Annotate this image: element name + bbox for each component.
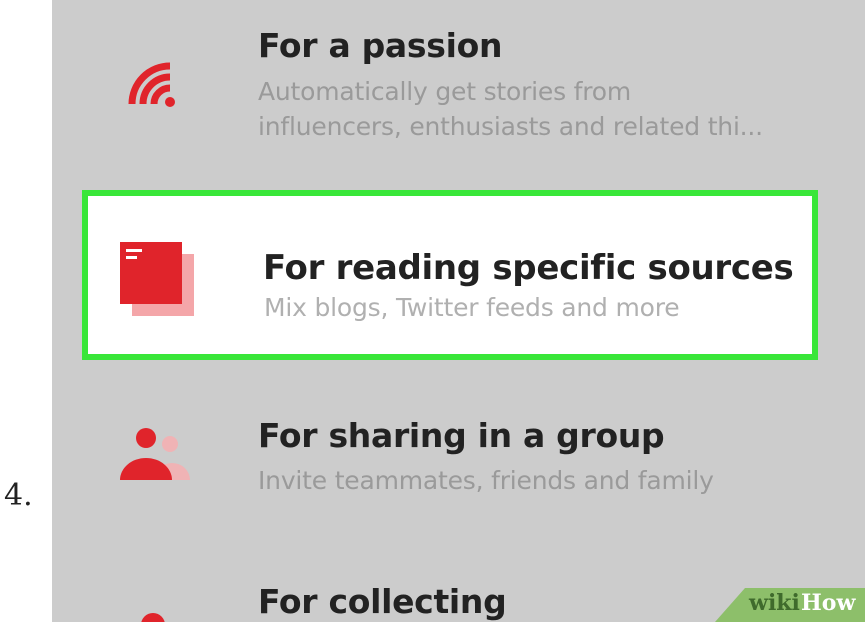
watermark-how: How (801, 590, 856, 616)
option-passion[interactable]: For a passion Automatically get stories … (52, 0, 865, 180)
people-icon (120, 428, 190, 480)
option-description: influencers, enthusiasts and related thi… (258, 112, 763, 141)
option-title: For a passion (258, 26, 503, 65)
watermark-wiki: wiki (749, 590, 800, 616)
option-sharing-group[interactable]: For sharing in a group Invite teammates,… (52, 380, 865, 540)
option-title: For collecting (258, 582, 507, 621)
option-description: Invite teammates, friends and family (258, 466, 714, 495)
option-description: Automatically get stories from (258, 77, 632, 106)
option-title: For sharing in a group (258, 416, 665, 455)
option-title: For reading specific sources (263, 248, 794, 288)
option-specific-sources[interactable]: For reading specific sources Mix blogs, … (82, 190, 818, 360)
option-description: Mix blogs, Twitter feeds and more (264, 293, 680, 322)
pin-icon (141, 613, 165, 622)
feed-icon (128, 62, 175, 107)
stacked-pages-icon (120, 242, 194, 316)
feed-type-menu: For a passion Automatically get stories … (52, 0, 865, 622)
step-number: 4. (4, 478, 33, 513)
